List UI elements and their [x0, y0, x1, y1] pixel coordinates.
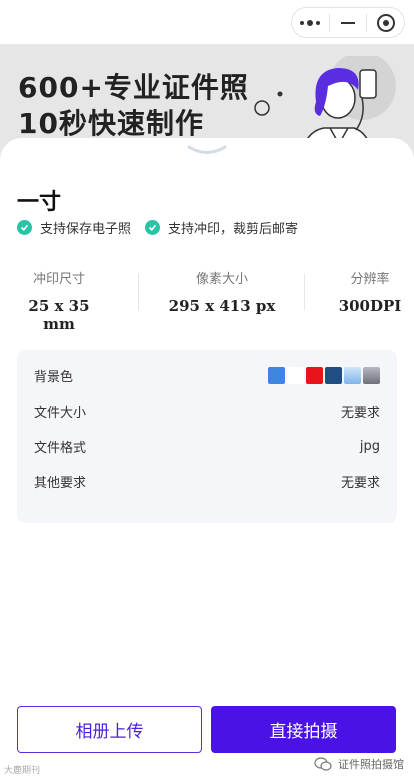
watermark-left: 大鹿期刊: [4, 763, 40, 776]
minus-icon: [341, 21, 355, 24]
row-label: 文件大小: [34, 406, 87, 421]
background-color-row: 背景色: [34, 366, 380, 385]
row-label: 其他要求: [34, 476, 87, 491]
feature-item: 支持保存电子照: [17, 218, 131, 237]
print-size-spec: 冲印尺寸 25 x 35 mm: [14, 268, 104, 333]
row-value: jpg: [359, 439, 380, 454]
swatch-light-blue[interactable]: [344, 367, 361, 384]
banner-title-line1: 600+专业证件照: [18, 71, 249, 104]
watermark-right: 证件照拍摄馆: [314, 756, 404, 772]
watermark-right-text: 证件照拍摄馆: [338, 758, 404, 771]
minimize-button[interactable]: [330, 8, 367, 37]
feature-item: 支持冲印，裁剪后邮寄: [145, 218, 298, 237]
feature-label: 支持冲印，裁剪后邮寄: [168, 222, 299, 237]
target-icon: [376, 13, 395, 32]
row-value: 无要求: [340, 476, 380, 491]
file-size-row: 文件大小 无要求: [34, 402, 380, 421]
close-button[interactable]: [367, 8, 404, 37]
collapse-handle-icon[interactable]: [186, 144, 228, 158]
spec-value: 295 x 413 px: [168, 297, 276, 315]
mini-program-capsule: [291, 7, 405, 38]
spec-value: 300DPI: [338, 297, 402, 315]
wechat-icon: [314, 757, 332, 771]
spec-label: 冲印尺寸: [32, 272, 85, 287]
color-swatches: [268, 367, 380, 384]
feature-list: 支持保存电子照 支持冲印，裁剪后邮寄: [17, 218, 298, 237]
spec-divider: [138, 274, 139, 310]
spec-label: 像素大小: [195, 272, 248, 287]
watermark-left-text: 大鹿期刊: [4, 766, 41, 776]
swatch-dark-blue[interactable]: [325, 367, 342, 384]
detail-sheet: 一寸 支持保存电子照 支持冲印，裁剪后邮寄 冲印尺寸 25 x 35 mm 像素…: [0, 138, 414, 780]
check-icon: [145, 220, 161, 235]
more-dots-icon: [300, 19, 321, 26]
swatch-blue[interactable]: [268, 367, 285, 384]
file-format-row: 文件格式 jpg: [34, 437, 380, 456]
spec-row: 冲印尺寸 25 x 35 mm 像素大小 295 x 413 px 分辨率 30…: [0, 268, 414, 333]
size-name: 一寸: [17, 190, 62, 215]
other-requirements-row: 其他要求 无要求: [34, 472, 380, 491]
swatch-red[interactable]: [306, 367, 323, 384]
row-label: 文件格式: [34, 441, 87, 456]
feature-label: 支持保存电子照: [40, 222, 132, 237]
resolution-spec: 分辨率 300DPI: [334, 268, 406, 315]
spec-divider: [304, 274, 305, 310]
album-upload-button[interactable]: 相册上传: [17, 706, 202, 753]
take-photo-button[interactable]: 直接拍摄: [211, 706, 396, 753]
banner-title-line2: 10秒快速制作: [18, 107, 204, 140]
swatch-gray[interactable]: [363, 367, 380, 384]
pixel-size-spec: 像素大小 295 x 413 px: [160, 268, 284, 315]
row-label: 背景色: [34, 370, 74, 385]
spec-label: 分辨率: [350, 272, 390, 287]
requirements-panel: 背景色 文件大小 无要求 文件格式 jpg 其他要求 无要求: [17, 350, 397, 523]
check-icon: [17, 220, 32, 235]
swatch-white[interactable]: [287, 367, 304, 384]
more-button[interactable]: [292, 8, 329, 37]
row-value: 无要求: [340, 406, 380, 421]
spec-value: 25 x 35 mm: [28, 297, 90, 333]
